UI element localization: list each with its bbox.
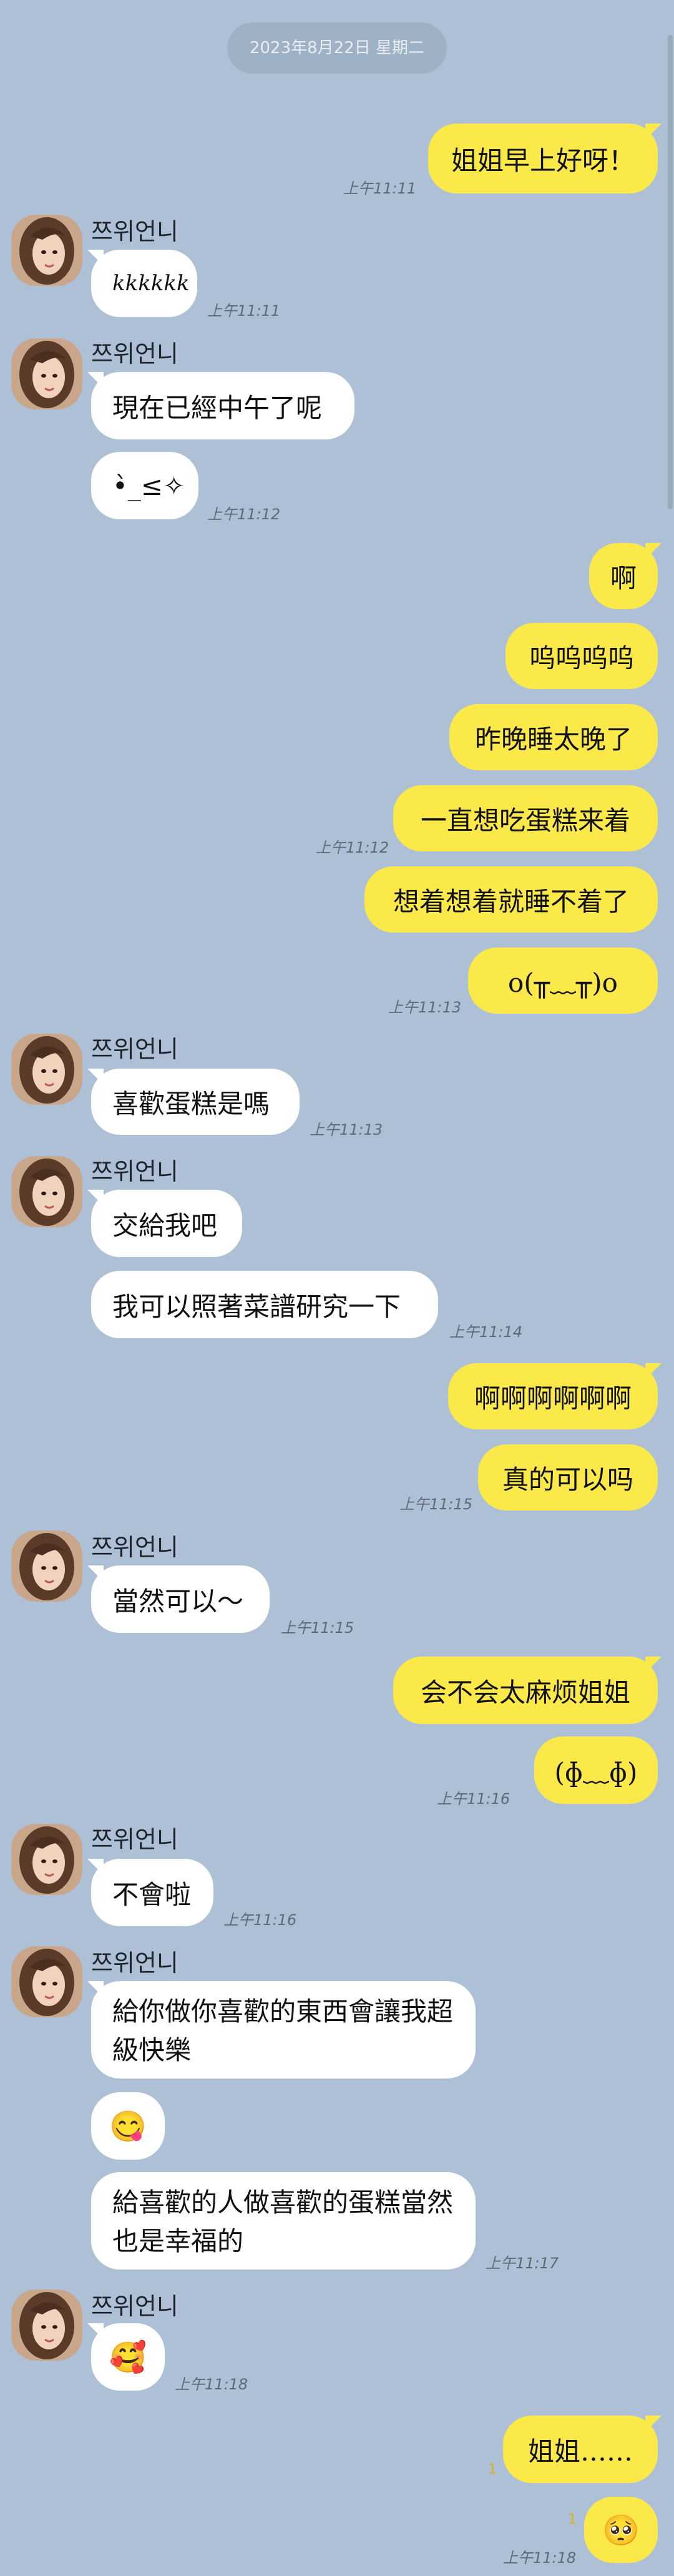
incoming-message[interactable]: 現在已經中午了呢: [87, 372, 354, 439]
avatar-photo-icon: [11, 1530, 82, 1602]
incoming-message[interactable]: 當然可以～: [87, 1565, 270, 1633]
outgoing-message[interactable]: 呜呜呜呜: [506, 623, 658, 689]
incoming-message[interactable]: 給你做你喜歡的東西會讓我超級快樂: [87, 1981, 476, 2079]
date-separator: 2023年8月22日 星期二: [227, 22, 447, 74]
contact-name: 쯔위언니: [91, 1949, 178, 1977]
read-indicator: 1: [568, 2512, 577, 2527]
incoming-message[interactable]: kkkkkk: [87, 250, 197, 317]
message-text: 給喜歡的人做喜歡的蛋糕當然也是幸福的: [112, 2187, 454, 2256]
avatar-photo-icon: [11, 1034, 82, 1105]
outgoing-message[interactable]: 会不会太麻烦姐姐: [393, 1657, 662, 1724]
message-text: o(╥﹏╥)o: [508, 967, 618, 998]
emoji-text: 🥺: [602, 2512, 640, 2548]
message-text: 我可以照著菜譜研究一下: [112, 1291, 401, 1322]
contact-name: 쯔위언니: [91, 1534, 178, 1561]
message-text: 想着想着就睡不着了: [393, 886, 629, 917]
message-text: 當然可以～: [112, 1585, 244, 1617]
message-text: 真的可以吗: [502, 1464, 633, 1495]
message-time: 上午11:18: [503, 2549, 577, 2567]
emoji-text: 😋: [109, 2108, 147, 2144]
contact-name: 쯔위언니: [91, 1826, 178, 1853]
incoming-message[interactable]: 我可以照著菜譜研究一下: [91, 1271, 438, 1338]
message-text: 現在已經中午了呢: [112, 392, 323, 423]
outgoing-message[interactable]: 啊: [589, 543, 662, 609]
incoming-message[interactable]: 交給我吧: [87, 1190, 242, 1257]
message-text: 昨晚睡太晚了: [474, 723, 632, 755]
avatar-photo-icon: [11, 1156, 82, 1227]
scrollbar[interactable]: [668, 35, 673, 509]
contact-name: 쯔위언니: [91, 1036, 178, 1063]
message-text: (ɸ﹏ɸ): [554, 1756, 638, 1788]
message-text: 喜歡蛋糕是嗎: [112, 1088, 270, 1119]
contact-name: 쯔위언니: [91, 2293, 178, 2320]
outgoing-message[interactable]: 姐姐早上好呀！: [428, 124, 662, 193]
avatar[interactable]: [11, 2290, 82, 2361]
message-text: 一直想吃蛋糕来着: [420, 805, 630, 836]
avatar-photo-icon: [11, 338, 82, 409]
message-text: 姐姐……: [527, 2436, 633, 2467]
message-time: 上午11:15: [399, 1496, 473, 1513]
avatar-photo-icon: [11, 1824, 82, 1895]
outgoing-message[interactable]: 一直想吃蛋糕来着: [393, 785, 658, 851]
message-time: 上午11:11: [207, 302, 281, 320]
incoming-message[interactable]: 😋: [91, 2092, 165, 2160]
outgoing-message[interactable]: 🥺: [584, 2497, 658, 2563]
avatar[interactable]: [11, 1156, 82, 1227]
message-time: 上午11:16: [223, 1911, 297, 1929]
message-text: 呜呜呜呜: [529, 642, 634, 673]
message-text: 給你做你喜歡的東西會讓我超級快樂: [112, 1996, 454, 2065]
outgoing-message[interactable]: 想着想着就睡不着了: [364, 866, 658, 933]
message-time: 上午11:12: [316, 839, 389, 856]
avatar[interactable]: [11, 1530, 82, 1602]
message-time: 上午11:13: [388, 999, 462, 1016]
avatar[interactable]: [11, 1034, 82, 1105]
outgoing-message[interactable]: 真的可以吗: [478, 1444, 658, 1511]
incoming-message[interactable]: 給喜歡的人做喜歡的蛋糕當然也是幸福的: [91, 2172, 476, 2270]
message-text: 不會啦: [112, 1879, 192, 1910]
avatar[interactable]: [11, 338, 82, 409]
message-time: 上午11:18: [175, 2376, 248, 2393]
avatar-photo-icon: [11, 2290, 82, 2361]
contact-name: 쯔위언니: [91, 340, 178, 368]
incoming-message[interactable]: •̀_≤✧: [91, 452, 198, 519]
message-text: 啊啊啊啊啊啊: [474, 1383, 632, 1414]
outgoing-message[interactable]: o(╥﹏╥)o: [468, 948, 658, 1014]
avatar-photo-icon: [11, 215, 82, 286]
outgoing-message[interactable]: (ɸ﹏ɸ): [534, 1736, 658, 1804]
contact-name: 쯔위언니: [91, 218, 178, 245]
incoming-message[interactable]: 🥰: [87, 2323, 165, 2391]
message-time: 上午11:15: [281, 1619, 354, 1637]
incoming-message[interactable]: 不會啦: [87, 1859, 213, 1926]
message-time: 上午11:16: [437, 1790, 510, 1808]
message-time: 上午11:14: [449, 1323, 523, 1341]
chat-window[interactable]: 2023年8月22日 星期二 姐姐早上好呀！ 上午11:11 쯔위언니 kkkk…: [0, 0, 674, 2576]
outgoing-message[interactable]: 昨晚睡太晚了: [449, 704, 658, 770]
outgoing-message[interactable]: 姐姐……: [503, 2416, 662, 2483]
message-text: •̀_≤✧: [112, 470, 185, 501]
message-text: 姐姐早上好呀！: [451, 145, 635, 176]
message-time: 上午11:12: [207, 506, 281, 523]
message-text: 啊: [610, 562, 637, 594]
avatar[interactable]: [11, 215, 82, 286]
read-indicator: 1: [488, 2462, 497, 2477]
message-time: 上午11:11: [343, 180, 417, 197]
message-time: 上午11:17: [486, 2255, 559, 2272]
message-text: kkkkkk: [112, 271, 190, 296]
message-text: 交給我吧: [112, 1210, 218, 1241]
avatar[interactable]: [11, 1946, 82, 2017]
incoming-message[interactable]: 喜歡蛋糕是嗎: [87, 1069, 300, 1135]
message-text: 会不会太麻烦姐姐: [420, 1677, 630, 1708]
contact-name: 쯔위언니: [91, 1158, 178, 1185]
outgoing-message[interactable]: 啊啊啊啊啊啊: [448, 1363, 662, 1429]
message-time: 上午11:13: [310, 1121, 383, 1139]
avatar[interactable]: [11, 1824, 82, 1895]
emoji-text: 🥰: [109, 2339, 147, 2375]
avatar-photo-icon: [11, 1946, 82, 2017]
